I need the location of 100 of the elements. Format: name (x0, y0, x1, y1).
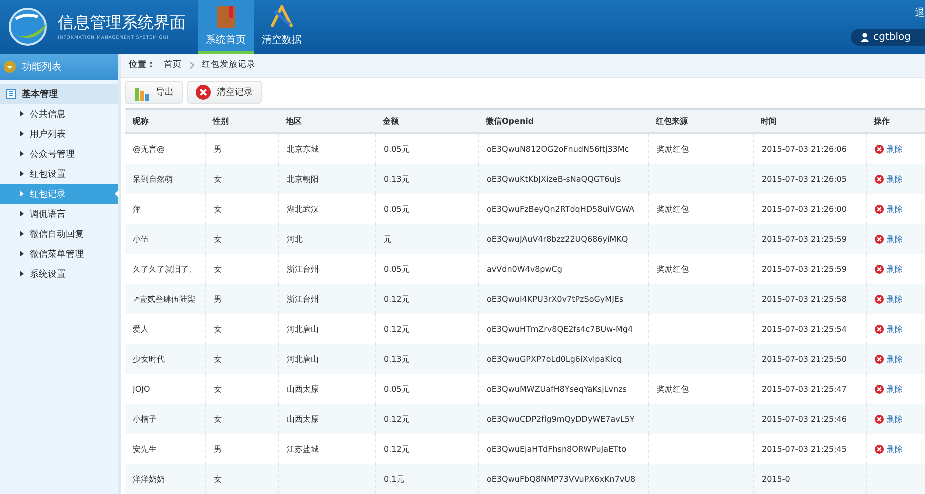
nav-tab[interactable]: 清空数据 (254, 0, 310, 54)
chevron-down-icon (4, 61, 16, 73)
section-title: 基本管理 (22, 88, 58, 100)
triangle-icon (20, 231, 24, 237)
toolbar-button[interactable]: 导出 (125, 81, 183, 104)
breadcrumb-label: 位置： (129, 59, 156, 72)
table-cell: 呆到自然萌 (125, 164, 205, 194)
sidebar-item[interactable]: 红包设置 (0, 164, 118, 184)
toolbar-button[interactable]: 清空记录 (187, 81, 262, 104)
triangle-icon (20, 211, 24, 217)
table-cell: oE3QwuFbQ8NMP73VVuPX6xKn7vU8 (478, 464, 648, 494)
delete-link[interactable]: 删除 (875, 174, 903, 184)
user-icon (860, 33, 869, 42)
table-cell: 河北唐山 (278, 344, 375, 374)
book-icon (215, 4, 237, 28)
table-cell: 小楠子 (125, 404, 205, 434)
delete-icon (875, 384, 884, 394)
column-header: 微信Openid (478, 110, 648, 134)
delete-link[interactable]: 删除 (875, 324, 903, 334)
app-title: 信息管理系统界面 (58, 13, 186, 34)
chevron-right-icon (190, 62, 194, 69)
sidebar-section[interactable]: 基本管理 (0, 84, 118, 104)
nav-tab-label[interactable]: 清空数据 (262, 32, 302, 46)
delete-icon (875, 294, 884, 304)
delete-link[interactable]: 删除 (875, 384, 903, 394)
ruler-pencil-icon (270, 4, 294, 28)
triangle-icon (20, 191, 24, 197)
table-cell: 北京朝阳 (278, 164, 375, 194)
column-header: 时间 (753, 110, 866, 134)
triangle-icon (20, 111, 24, 117)
table-cell: 元 (375, 224, 478, 254)
triangle-icon (20, 171, 24, 177)
column-header: 地区 (278, 110, 375, 134)
triangle-icon (20, 271, 24, 277)
delete-icon (875, 204, 884, 214)
table-cell: ↗壹贰叁肆伍陆柒 (125, 284, 205, 314)
delete-link[interactable]: 删除 (875, 234, 903, 244)
triangle-icon (20, 251, 24, 257)
table-cell: oE3QwuCDP2flg9mQyDDyWE7avL5Y (478, 404, 648, 434)
delete-icon (875, 174, 884, 184)
delete-icon (875, 324, 884, 334)
triangle-icon (20, 131, 24, 137)
column-header: 昵称 (125, 110, 205, 134)
table-cell: 女 (205, 224, 278, 254)
table-cell: 少女时代 (125, 344, 205, 374)
logout-link[interactable]: 退 (915, 6, 925, 20)
delete-icon (875, 144, 884, 154)
delete-link[interactable]: 删除 (875, 294, 903, 304)
sidebar-item[interactable]: 调侃语言 (0, 204, 118, 224)
delete-icon (875, 444, 884, 454)
sidebar-title: 功能列表 (22, 60, 62, 74)
table-cell: 山西太原 (278, 404, 375, 434)
column-header: 红包来源 (648, 110, 753, 134)
table-cell: 男 (205, 284, 278, 314)
table-cell: 小伍 (125, 224, 205, 254)
delete-link[interactable]: 删除 (875, 204, 903, 214)
table-cell: 女 (205, 164, 278, 194)
breadcrumb-link[interactable]: 首页 (164, 59, 182, 72)
column-header: 性别 (205, 110, 278, 134)
sidebar-item[interactable]: 系统设置 (0, 264, 118, 284)
sidebar-item[interactable]: 微信菜单管理 (0, 244, 118, 264)
table-cell: 女 (205, 344, 278, 374)
nav-tab-label[interactable]: 系统首页 (206, 32, 246, 46)
table-cell: oE3QwuI4KPU3rX0v7tPzSoGyMJEs (478, 284, 648, 314)
table-cell: oE3QwuGPXP7oLd0Lg6iXvlpaKicg (478, 344, 648, 374)
username: cgtblog (874, 32, 911, 43)
delete-link[interactable]: 删除 (875, 144, 903, 154)
table-cell: 0.13元 (375, 164, 478, 194)
table-cell: 0.12元 (375, 404, 478, 434)
delete-link[interactable]: 删除 (875, 354, 903, 364)
table-cell: 0.1元 (375, 464, 478, 494)
table-cell: 0.12元 (375, 284, 478, 314)
sidebar-item[interactable]: 公共信息 (0, 104, 118, 124)
table-cell: 女 (205, 464, 278, 494)
table-cell: 2015-0 (753, 464, 866, 494)
table-cell: 洋洋奶奶 (125, 464, 205, 494)
column-header: 金额 (375, 110, 478, 134)
table-cell: 2015-07-03 21:25:59 (753, 224, 866, 254)
delete-link[interactable]: 删除 (875, 444, 903, 454)
nav-tab[interactable]: 系统首页 (198, 0, 254, 54)
table-cell: 0.13元 (375, 344, 478, 374)
delete-icon (875, 234, 884, 244)
triangle-icon (20, 151, 24, 157)
sidebar-item[interactable]: 微信自动回复 (0, 224, 118, 244)
sidebar-item[interactable]: 用户列表 (0, 124, 118, 144)
table-cell: 2015-07-03 21:25:46 (753, 404, 866, 434)
list-icon (6, 89, 16, 99)
table-cell: oE3QwuKtKbJXizeB-sNaQQGT6ujs (478, 164, 648, 194)
table-cell: 河北 (278, 224, 375, 254)
table-cell: 女 (205, 404, 278, 434)
column-header: 操作 (866, 110, 925, 134)
delete-icon (875, 414, 884, 424)
table-cell: oE3QwuJAuV4r8bzz22UQ686yiMKQ (478, 224, 648, 254)
delete-link[interactable]: 删除 (875, 414, 903, 424)
table-cell: 2015-07-03 21:25:50 (753, 344, 866, 374)
user-badge[interactable]: cgtblog (850, 29, 925, 46)
delete-link[interactable]: 删除 (875, 264, 903, 274)
close-icon (196, 85, 211, 100)
sidebar-item[interactable]: 公众号管理 (0, 144, 118, 164)
delete-icon (875, 354, 884, 364)
